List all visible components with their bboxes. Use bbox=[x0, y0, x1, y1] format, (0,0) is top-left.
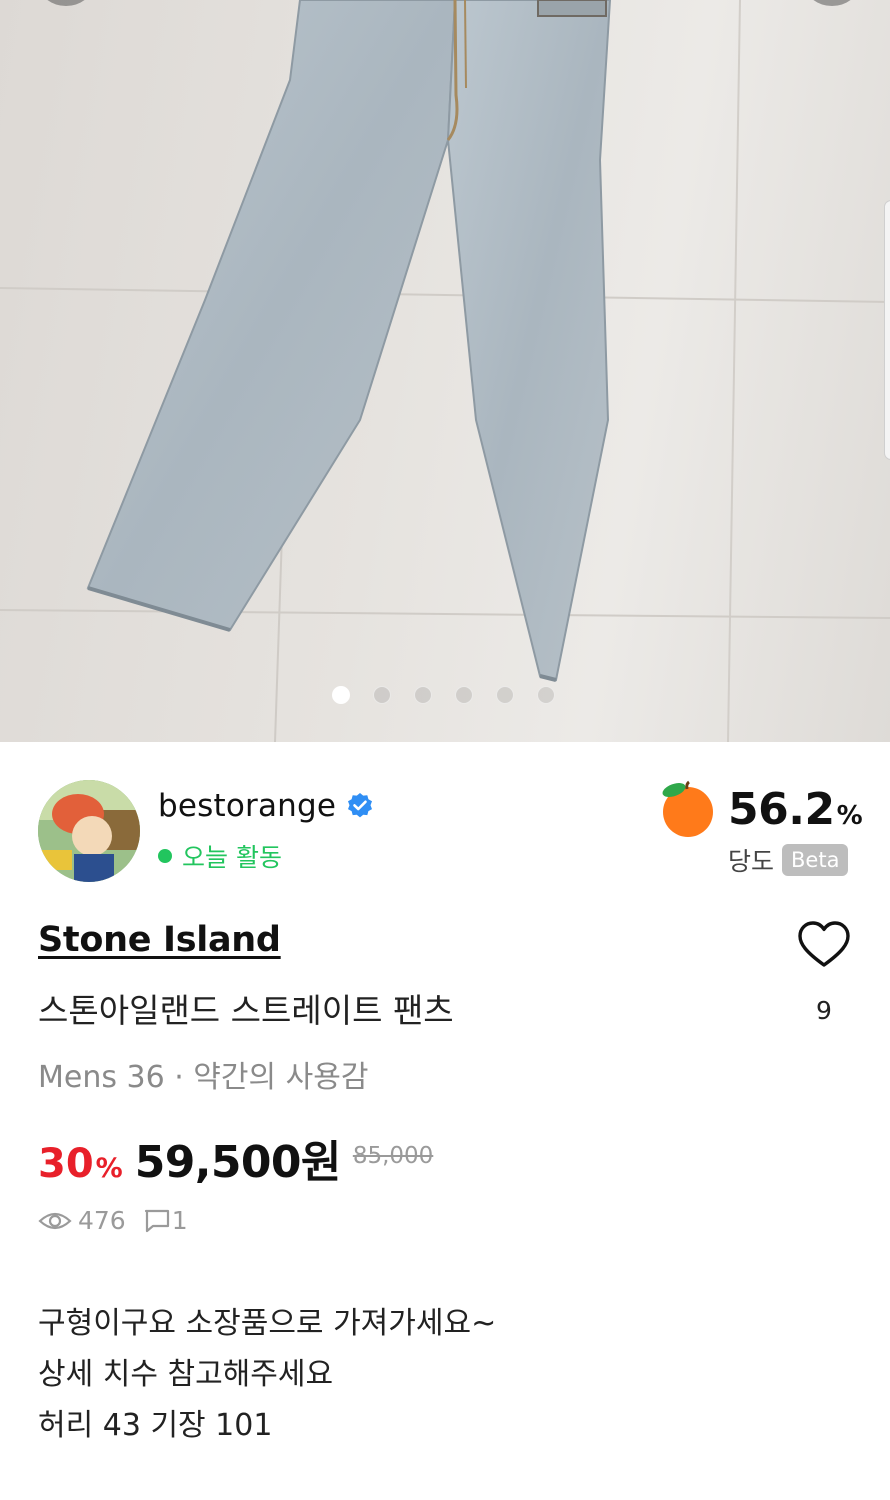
seller-name[interactable]: bestorange bbox=[158, 788, 374, 824]
sweetness-label-row: 당도 Beta bbox=[728, 842, 849, 878]
brand-link[interactable]: Stone Island bbox=[38, 920, 281, 960]
description-line: 상세 치수 참고해주세요 bbox=[38, 1357, 334, 1392]
sale-price: 59,500원 bbox=[134, 1137, 342, 1188]
activity-status: 오늘 활동 bbox=[158, 838, 282, 874]
price-row: 30% 59,500원 85,000 bbox=[38, 1126, 433, 1190]
product-meta: Mens 36 · 약간의 사용감 bbox=[38, 1060, 369, 1095]
side-handle[interactable] bbox=[884, 200, 890, 460]
discount-rate: 30% bbox=[38, 1141, 123, 1187]
comment-icon bbox=[144, 1209, 169, 1232]
carousel-dot[interactable] bbox=[537, 686, 555, 704]
eye-icon bbox=[38, 1212, 72, 1229]
sweetness-value: 56.2 bbox=[728, 783, 835, 835]
description-line: 구형이구요 소장품으로 가져가세요~ bbox=[38, 1306, 497, 1341]
carousel-dot[interactable] bbox=[496, 686, 514, 704]
beta-badge: Beta bbox=[782, 844, 849, 876]
verified-badge-icon bbox=[348, 793, 373, 818]
jeans-photo bbox=[86, 0, 612, 682]
carousel-dot[interactable] bbox=[373, 686, 391, 704]
description-line: 허리 43 기장 101 bbox=[38, 1408, 273, 1443]
carousel-dot[interactable] bbox=[414, 686, 432, 704]
comment-count: 1 bbox=[171, 1206, 188, 1235]
product-image-carousel[interactable] bbox=[0, 0, 890, 742]
like-count: 9 bbox=[816, 996, 832, 1025]
carousel-dot[interactable] bbox=[455, 686, 473, 704]
activity-label: 오늘 활동 bbox=[182, 843, 282, 872]
view-count: 476 bbox=[78, 1206, 126, 1235]
orange-icon bbox=[662, 780, 713, 837]
seller-avatar[interactable] bbox=[38, 780, 140, 882]
heart-icon[interactable] bbox=[796, 918, 852, 974]
online-dot-icon bbox=[158, 849, 172, 863]
discount-value: 30 bbox=[38, 1141, 94, 1187]
seller-name-text: bestorange bbox=[158, 788, 337, 824]
product-title: 스톤아일랜드 스트레이트 팬츠 bbox=[38, 991, 454, 1030]
sweetness-label: 당도 bbox=[728, 847, 775, 876]
sweetness-score[interactable]: 56.2% bbox=[656, 780, 863, 838]
product-description: 구형이구요 소장품으로 가져가세요~ 상세 치수 참고해주세요 허리 43 기장… bbox=[38, 1298, 496, 1451]
stats-row: 476 1 bbox=[38, 1206, 188, 1235]
original-price: 85,000 bbox=[352, 1143, 434, 1169]
carousel-indicator bbox=[332, 686, 555, 704]
sweetness-unit: % bbox=[836, 800, 863, 831]
discount-unit: % bbox=[95, 1153, 123, 1184]
carousel-dot[interactable] bbox=[332, 686, 350, 704]
